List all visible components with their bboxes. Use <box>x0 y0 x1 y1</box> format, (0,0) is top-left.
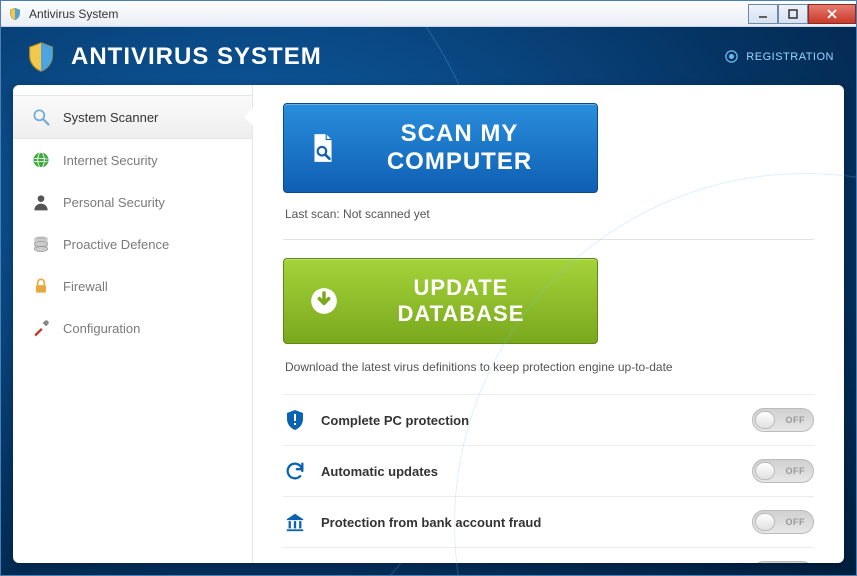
sidebar: System Scanner Internet Security Persona… <box>13 85 253 563</box>
toggle-state: OFF <box>786 415 806 425</box>
tools-icon <box>31 318 51 338</box>
toggle-state: OFF <box>786 466 806 476</box>
sidebar-item-proactive-defence[interactable]: Proactive Defence <box>13 223 252 265</box>
sidebar-item-firewall[interactable]: Firewall <box>13 265 252 307</box>
sidebar-item-internet-security[interactable]: Internet Security <box>13 139 252 181</box>
feature-label: Automatic updates <box>321 464 438 479</box>
toggle-state: OFF <box>786 517 806 527</box>
main-content: SCAN MY COMPUTER Last scan: Not scanned … <box>253 85 844 563</box>
scan-button-label: SCAN MY COMPUTER <box>348 120 571 176</box>
titlebar: Antivirus System <box>1 1 856 27</box>
sidebar-item-label: Internet Security <box>63 153 158 168</box>
person-icon <box>31 192 51 212</box>
globe-icon <box>31 150 51 170</box>
sidebar-item-configuration[interactable]: Configuration <box>13 307 252 349</box>
content-panel: System Scanner Internet Security Persona… <box>13 85 844 563</box>
database-icon <box>31 234 51 254</box>
toggle-knob <box>755 411 775 429</box>
feature-label: Complete PC protection <box>321 413 469 428</box>
feature-toggle[interactable]: OFF <box>752 561 814 563</box>
scan-computer-button[interactable]: SCAN MY COMPUTER <box>283 103 598 193</box>
window-controls <box>748 4 856 24</box>
sidebar-item-personal-security[interactable]: Personal Security <box>13 181 252 223</box>
sidebar-item-system-scanner[interactable]: System Scanner <box>13 95 252 139</box>
download-circle-icon <box>310 284 339 318</box>
feature-row-self-protection: Self-protection from malware OFF <box>283 547 814 563</box>
feature-toggle[interactable]: OFF <box>752 510 814 534</box>
feature-row-auto-updates: Automatic updates OFF <box>283 445 814 496</box>
shield-alert-icon <box>283 408 307 432</box>
bug-icon <box>283 561 307 563</box>
bank-icon <box>283 510 307 534</box>
feature-row-complete-protection: Complete PC protection OFF <box>283 394 814 445</box>
feature-toggle[interactable]: OFF <box>752 408 814 432</box>
refresh-icon <box>283 459 307 483</box>
sidebar-item-label: Firewall <box>63 279 108 294</box>
feature-row-bank-fraud: Protection from bank account fraud OFF <box>283 496 814 547</box>
update-database-button[interactable]: UPDATE DATABASE <box>283 258 598 344</box>
last-scan-status: Last scan: Not scanned yet <box>285 207 814 221</box>
divider <box>283 239 814 240</box>
window-title: Antivirus System <box>29 7 118 21</box>
toggle-knob <box>755 462 775 480</box>
update-description: Download the latest virus definitions to… <box>285 360 814 374</box>
app-header: ANTIVIRUS SYSTEM REGISTRATION <box>23 39 834 75</box>
maximize-button[interactable] <box>778 4 808 24</box>
document-search-icon <box>310 131 336 165</box>
feature-toggle[interactable]: OFF <box>752 459 814 483</box>
toggle-knob <box>755 513 775 531</box>
sidebar-item-label: System Scanner <box>63 110 158 125</box>
update-button-label: UPDATE DATABASE <box>351 275 571 327</box>
registration-icon <box>724 49 740 65</box>
close-button[interactable] <box>808 4 856 24</box>
magnifier-icon <box>31 107 51 127</box>
sidebar-item-label: Proactive Defence <box>63 237 169 252</box>
app-shield-icon <box>7 6 23 22</box>
registration-link[interactable]: REGISTRATION <box>724 49 834 65</box>
brand-title: ANTIVIRUS SYSTEM <box>71 43 322 71</box>
brand-shield-icon <box>23 39 59 75</box>
app-window: Antivirus System ANTIVIRUS SYSTEM REGIST… <box>0 0 857 576</box>
sidebar-item-label: Personal Security <box>63 195 165 210</box>
feature-label: Protection from bank account fraud <box>321 515 541 530</box>
lock-icon <box>31 276 51 296</box>
stage-background: ANTIVIRUS SYSTEM REGISTRATION System Sca… <box>1 27 856 575</box>
registration-label: REGISTRATION <box>746 51 834 63</box>
sidebar-item-label: Configuration <box>63 321 140 336</box>
minimize-button[interactable] <box>748 4 778 24</box>
